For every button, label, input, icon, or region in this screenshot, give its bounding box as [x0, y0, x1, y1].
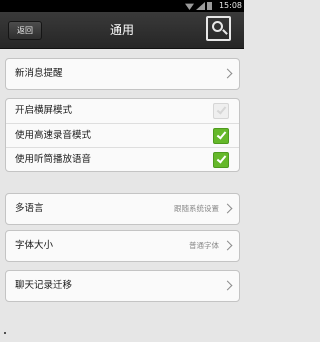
setting-label: 字体大小	[15, 240, 54, 251]
setting-fast-recording[interactable]: 使用高速录音模式	[6, 123, 239, 147]
setting-label: 使用听筒播放语音	[15, 154, 92, 165]
setting-new-message-alert[interactable]: 新消息提醒	[6, 59, 239, 89]
earpiece-playback-checkbox[interactable]	[213, 152, 229, 168]
chevron-right-icon	[222, 240, 233, 251]
setting-value: 普通字体	[189, 241, 219, 250]
setting-label: 开启横屏模式	[15, 105, 73, 116]
wifi-icon	[185, 3, 194, 10]
fast-recording-checkbox[interactable]	[213, 128, 229, 144]
setting-earpiece-playback[interactable]: 使用听筒播放语音	[6, 147, 239, 171]
title-bar: 通用 返回	[0, 12, 244, 49]
setting-label: 使用高速录音模式	[15, 130, 92, 141]
chevron-right-icon	[222, 68, 233, 79]
setting-label: 新消息提醒	[15, 68, 63, 79]
check-icon	[216, 129, 227, 140]
setting-label: 聊天记录迁移	[15, 280, 73, 291]
status-time: 15:08	[218, 1, 242, 10]
group-toggles: 开启横屏模式 使用高速录音模式 使用听筒播放语音	[5, 98, 240, 172]
status-icons	[185, 1, 212, 11]
back-button[interactable]: 返回	[8, 21, 42, 40]
search-button[interactable]	[206, 16, 231, 41]
setting-landscape-mode[interactable]: 开启横屏模式	[6, 99, 239, 123]
group-language: 多语言 跟随系统设置	[5, 193, 240, 225]
search-icon-handle	[222, 29, 228, 35]
dot-marker	[4, 332, 6, 334]
landscape-mode-checkbox[interactable]	[213, 103, 229, 119]
setting-language[interactable]: 多语言 跟随系统设置	[6, 194, 239, 224]
status-bar: 15:08	[0, 0, 244, 12]
signal-icon	[196, 2, 205, 10]
chevron-right-icon	[222, 280, 233, 291]
check-icon	[216, 104, 227, 115]
check-icon	[216, 153, 227, 164]
group-notifications: 新消息提醒	[5, 58, 240, 90]
battery-icon	[207, 2, 212, 10]
group-font-size: 字体大小 普通字体	[5, 230, 240, 262]
setting-label: 多语言	[15, 203, 44, 214]
setting-chat-migration[interactable]: 聊天记录迁移	[6, 271, 239, 301]
group-chat-migration: 聊天记录迁移	[5, 270, 240, 302]
chevron-right-icon	[222, 203, 233, 214]
setting-value: 跟随系统设置	[174, 204, 219, 213]
setting-font-size[interactable]: 字体大小 普通字体	[6, 231, 239, 261]
